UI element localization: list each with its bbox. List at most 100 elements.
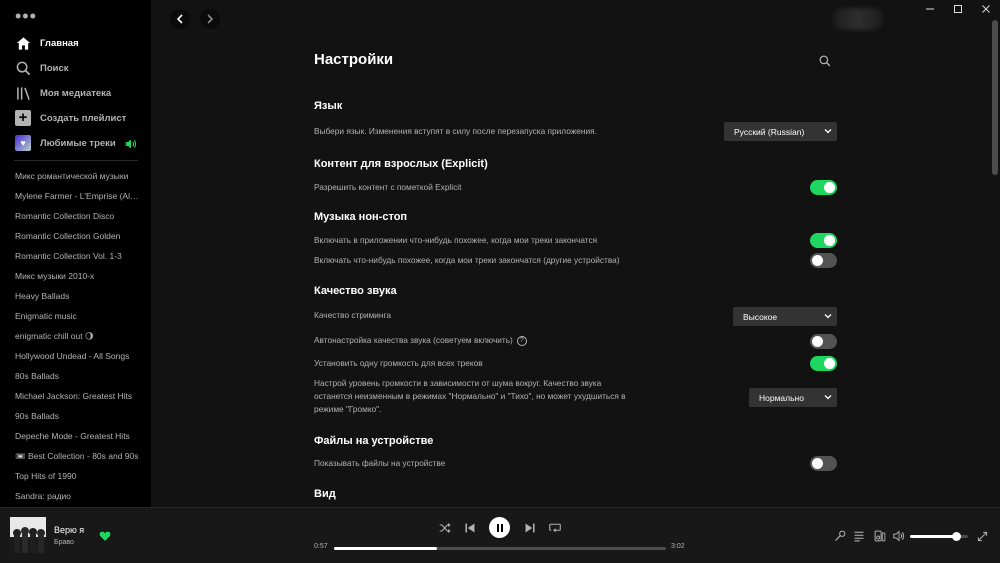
- playlist-item[interactable]: Romantic Collection Disco: [15, 206, 139, 226]
- like-button[interactable]: [99, 529, 111, 547]
- sidebar: ••• Главная Поиск Моя медиатека + Создат…: [0, 0, 151, 507]
- normalize-volume-label: Установить одну громкость для всех треко…: [314, 358, 483, 368]
- track-artist[interactable]: Браво: [54, 539, 74, 546]
- repeat-button[interactable]: [548, 521, 562, 535]
- explicit-label: Разрешить контент с пометкой Explicit: [314, 182, 462, 192]
- top-bar: [151, 0, 1000, 38]
- volume-slider[interactable]: [910, 532, 968, 541]
- local-files-label: Показывать файлы на устройстве: [314, 458, 446, 468]
- progress-bar[interactable]: [334, 547, 666, 550]
- sidebar-divider: [14, 160, 138, 161]
- explicit-toggle[interactable]: [810, 180, 837, 195]
- speaker-icon: [893, 530, 905, 542]
- autoplay-app-toggle[interactable]: [810, 233, 837, 248]
- volume-level-select[interactable]: Нормально: [749, 388, 837, 407]
- nav-search[interactable]: Поиск: [14, 58, 69, 78]
- playlist-item[interactable]: 80s Ballads: [15, 366, 139, 386]
- heart-icon: [99, 531, 111, 541]
- connect-device-button[interactable]: [873, 529, 887, 543]
- autoplay-devices-label: Включать что-нибудь похожее, когда мои т…: [314, 255, 620, 265]
- device-icon: [874, 530, 886, 542]
- volume-fill: [910, 535, 957, 538]
- nav-home[interactable]: Главная: [14, 33, 79, 53]
- liked-songs-button[interactable]: ♥ Любимые треки: [14, 133, 116, 153]
- playlist-item[interactable]: Michael Jackson: Greatest Hits: [15, 386, 139, 406]
- search-icon: [819, 55, 831, 67]
- skip-back-icon: [465, 523, 475, 533]
- playlist-item[interactable]: Romantic Collection Vol. 1-3: [15, 246, 139, 266]
- progress-fill: [334, 547, 437, 550]
- plus-icon: +: [15, 110, 31, 126]
- streaming-quality-value: Высокое: [743, 311, 778, 322]
- volume-level-value: Нормально: [759, 392, 804, 403]
- player-bar: Верю я Браво 0:57 3:02: [0, 507, 1000, 563]
- track-title[interactable]: Верю я: [54, 525, 84, 535]
- volume-button[interactable]: [892, 529, 906, 543]
- playlist-item[interactable]: Enigmatic music: [15, 306, 139, 326]
- playlist-item[interactable]: Микс романтической музыки: [15, 166, 139, 186]
- pause-button[interactable]: [489, 517, 510, 538]
- home-icon: [14, 34, 32, 52]
- autoplay-devices-toggle[interactable]: [810, 253, 837, 268]
- playlist-item[interactable]: Depeche Mode - Greatest Hits: [15, 426, 139, 446]
- playlist-item[interactable]: 90s Ballads: [15, 406, 139, 426]
- language-section-title: Язык: [314, 100, 343, 112]
- create-playlist-label: Создать плейлист: [40, 112, 127, 124]
- pause-icon: [496, 523, 503, 532]
- queue-button[interactable]: [852, 529, 866, 543]
- microphone-icon: [835, 530, 846, 541]
- streaming-quality-select[interactable]: Высокое: [733, 307, 837, 326]
- minimize-icon[interactable]: [916, 0, 944, 18]
- forward-button[interactable]: [200, 9, 220, 29]
- playlist-item[interactable]: Heavy Ballads: [15, 286, 139, 306]
- playlist-item[interactable]: Top Hits of 1990: [15, 466, 139, 486]
- local-files-section-title: Файлы на устройстве: [314, 435, 434, 447]
- auto-quality-toggle[interactable]: [810, 334, 837, 349]
- album-cover[interactable]: [10, 517, 46, 553]
- liked-songs-label: Любимые треки: [40, 137, 116, 149]
- next-button[interactable]: [523, 521, 537, 535]
- volume-level-line: останется неизменным в режимах "Нормальн…: [314, 391, 626, 401]
- user-menu-button[interactable]: [833, 8, 883, 30]
- chevron-down-icon: [824, 314, 832, 319]
- scrollbar[interactable]: [992, 20, 998, 175]
- playlist-item[interactable]: Mylene Farmer - L'Emprise (Album): [15, 186, 139, 206]
- language-select[interactable]: Русский (Russian): [724, 122, 837, 141]
- playlist-item[interactable]: Romantic Collection Golden: [15, 226, 139, 246]
- autoplay-app-label: Включать в приложении что-нибудь похожее…: [314, 235, 598, 245]
- nav-library[interactable]: Моя медиатека: [14, 83, 111, 103]
- search-icon: [14, 59, 32, 77]
- streaming-quality-label: Качество стриминга: [314, 310, 391, 320]
- time-total: 3:02: [671, 543, 685, 550]
- settings-search-button[interactable]: [819, 54, 831, 72]
- playlist-item[interactable]: 📼 Best Collection - 80s and 90s: [15, 446, 139, 466]
- create-playlist-button[interactable]: + Создать плейлист: [14, 108, 126, 128]
- shuffle-button[interactable]: [438, 521, 452, 535]
- volume-level-line: Настрой уровень громкости в зависимости …: [314, 378, 602, 388]
- chevron-right-icon: [207, 14, 214, 24]
- playlist-item[interactable]: enigmatic chill out 🌖: [15, 326, 139, 346]
- volume-knob[interactable]: [952, 532, 962, 541]
- display-section-title: Вид: [314, 488, 336, 500]
- playlist-item[interactable]: Микс музыки 2010-х: [15, 266, 139, 286]
- fullscreen-button[interactable]: [975, 529, 989, 543]
- help-icon[interactable]: ?: [516, 335, 527, 346]
- normalize-volume-toggle[interactable]: [810, 356, 837, 371]
- expand-icon: [977, 531, 987, 541]
- playlist-item[interactable]: Hollywood Undead - All Songs: [15, 346, 139, 366]
- nav-library-label: Моя медиатека: [40, 87, 112, 99]
- lyrics-button[interactable]: [833, 529, 847, 543]
- close-icon[interactable]: [972, 0, 1000, 18]
- playlist-item[interactable]: Sandra: радио: [15, 486, 139, 506]
- shuffle-icon: [439, 523, 451, 533]
- chevron-left-icon: [176, 14, 183, 24]
- time-current: 0:57: [314, 543, 328, 550]
- local-files-toggle[interactable]: [810, 456, 837, 471]
- back-button[interactable]: [170, 9, 190, 29]
- maximize-icon[interactable]: [944, 0, 972, 18]
- auto-quality-label: Автонастройка качества звука (советуем в…: [314, 335, 513, 345]
- menu-dots-icon[interactable]: •••: [15, 7, 37, 25]
- previous-button[interactable]: [463, 521, 477, 535]
- nav-home-label: Главная: [40, 37, 79, 49]
- chevron-down-icon: [824, 129, 832, 134]
